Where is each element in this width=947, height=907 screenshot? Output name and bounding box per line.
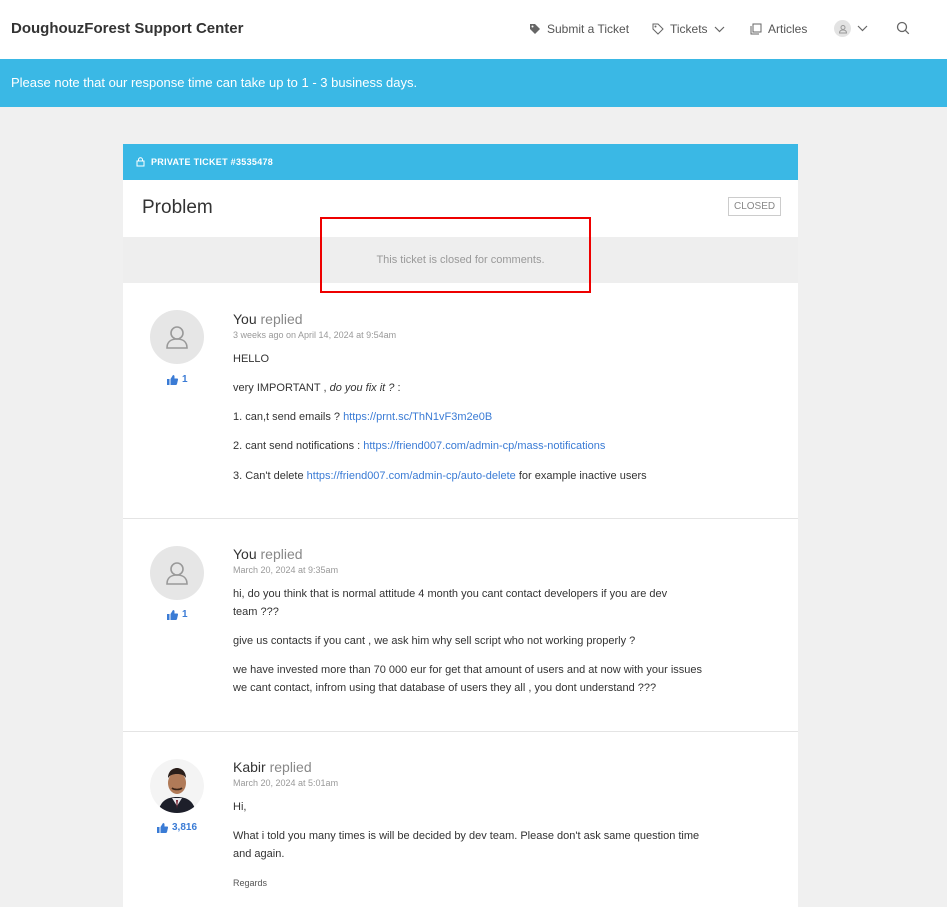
like-count-value: 1 <box>182 374 188 385</box>
reply-verb: replied <box>260 311 303 327</box>
search-button[interactable] <box>896 21 910 40</box>
user-avatar-icon <box>834 20 851 37</box>
ticket-label: PRIVATE TICKET #3535478 <box>151 157 274 167</box>
user-menu[interactable] <box>834 20 868 37</box>
reply-text: 1. can,t send emails ? https://prnt.sc/T… <box>233 411 493 423</box>
ticket-title: Problem <box>142 197 213 218</box>
reply-link[interactable]: https://prnt.sc/ThN1vF3m2e0B <box>343 411 492 423</box>
avatar <box>150 759 204 813</box>
reply-text: HELLO <box>233 353 270 365</box>
avatar <box>150 546 204 600</box>
nav-tickets-dropdown[interactable]: Tickets <box>652 22 725 36</box>
reply-text: 3. Can't delete https://friend007.com/ad… <box>233 470 647 482</box>
nav-submit-ticket[interactable]: Submit a Ticket <box>529 22 629 36</box>
like-count-value: 1 <box>182 609 188 620</box>
reply-time: March 20, 2024 at 5:01am <box>233 778 339 788</box>
reply-author: Kabir <box>233 759 266 775</box>
ticket-header: PRIVATE TICKET #3535478 <box>123 144 798 180</box>
nav-articles-label: Articles <box>768 22 808 36</box>
chevron-down-icon <box>714 26 724 32</box>
status-badge: CLOSED <box>728 197 782 216</box>
reply-link[interactable]: https://friend007.com/admin-cp/auto-dele… <box>307 470 516 482</box>
reply-text: give us contacts if you cant , we ask hi… <box>233 635 636 647</box>
response-time-notice: Please note that our response time can t… <box>0 59 947 107</box>
ticket-title-row: Problem CLOSED <box>123 180 798 237</box>
reply-body: You replied March 20, 2024 at 9:35am hi,… <box>233 546 723 697</box>
search-icon <box>896 21 910 35</box>
lock-icon <box>136 157 145 167</box>
nav-articles[interactable]: Articles <box>750 22 807 36</box>
reply-text: we have invested more than 70 000 eur fo… <box>233 664 702 694</box>
reply-text: hi, do you think that is normal attitude… <box>233 588 668 618</box>
nav-submit-ticket-label: Submit a Ticket <box>547 22 630 36</box>
nav-tickets-label: Tickets <box>670 22 708 36</box>
user-icon <box>166 326 188 349</box>
like-count[interactable]: 1 <box>167 609 188 620</box>
like-count-value: 3,816 <box>172 822 198 833</box>
avatar <box>150 310 204 364</box>
reply-verb: replied <box>269 759 312 775</box>
reply-text: Hi, <box>233 801 247 813</box>
like-count[interactable]: 1 <box>167 374 188 385</box>
reply-author-line: You replied <box>233 311 723 327</box>
reply-body: Kabir replied March 20, 2024 at 5:01am H… <box>233 759 723 892</box>
reply-author: You <box>233 311 257 327</box>
reply-author-line: Kabir replied <box>233 759 723 775</box>
reply-text: What i told you many times is will be de… <box>233 830 700 860</box>
reply-verb: replied <box>260 546 303 562</box>
top-navbar: DoughouzForest Support Center Submit a T… <box>0 0 947 59</box>
reply-time: 3 weeks ago on April 14, 2024 at 9:54am <box>233 330 397 340</box>
thumbs-up-icon <box>167 374 178 385</box>
reply-text: very IMPORTANT , do you fix it ? : <box>233 382 401 394</box>
reply-item: 3,816 Kabir replied March 20, 2024 at 5:… <box>123 732 798 907</box>
reply-author: You <box>233 546 257 562</box>
reply-body: You replied 3 weeks ago on April 14, 202… <box>233 311 723 485</box>
tag-outline-icon <box>652 23 664 35</box>
tag-icon <box>530 24 540 34</box>
reply-item: 1 You replied March 20, 2024 at 9:35am h… <box>123 519 798 732</box>
closed-notice: This ticket is closed for comments. <box>123 237 798 283</box>
articles-icon <box>750 23 762 35</box>
reply-link[interactable]: https://friend007.com/admin-cp/mass-noti… <box>363 440 605 452</box>
thumbs-up-icon <box>167 609 178 620</box>
reply-item: 1 You replied 3 weeks ago on April 14, 2… <box>123 283 798 519</box>
chevron-down-icon <box>857 25 868 32</box>
reply-time: March 20, 2024 at 9:35am <box>233 565 339 575</box>
thumbs-up-icon <box>157 822 168 833</box>
reply-text: 2. cant send notifications : https://fri… <box>233 440 606 452</box>
like-count[interactable]: 3,816 <box>157 822 197 833</box>
brand-title[interactable]: DoughouzForest Support Center <box>11 20 244 37</box>
ticket-card: PRIVATE TICKET #3535478 Problem CLOSED T… <box>123 144 798 907</box>
reply-author-line: You replied <box>233 546 723 562</box>
user-icon <box>166 562 188 585</box>
reply-signoff: Regards <box>233 878 268 888</box>
profile-photo <box>150 759 204 813</box>
